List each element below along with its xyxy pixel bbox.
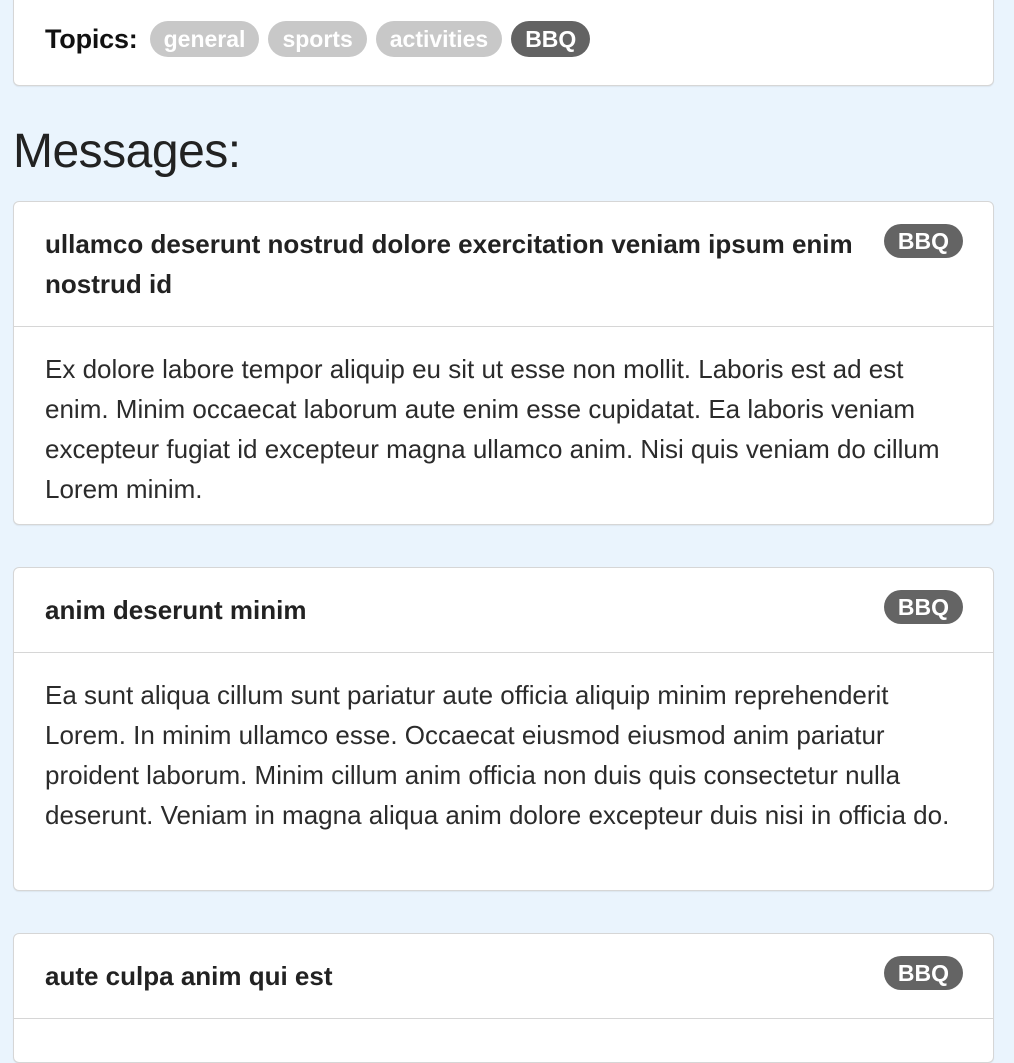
message-body [14, 1019, 993, 1062]
topic-tag-sports[interactable]: sports [268, 21, 367, 57]
message-title: anim deserunt minim [45, 595, 307, 625]
message-card: aute culpa anim qui est BBQ [13, 933, 994, 1063]
message-card: anim deserunt minim BBQ Ea sunt aliqua c… [13, 567, 994, 891]
message-tag-badge: BBQ [883, 590, 963, 624]
message-card: ullamco deserunt nostrud dolore exercita… [13, 201, 994, 525]
topics-row: Topics: general sports activities BBQ [45, 20, 599, 58]
topic-tag-general[interactable]: general [149, 21, 260, 57]
topics-label: Topics: [45, 23, 138, 54]
message-header: anim deserunt minim BBQ [14, 568, 993, 653]
message-tag-badge: BBQ [883, 956, 963, 990]
message-tag-badge: BBQ [883, 224, 963, 258]
message-title: ullamco deserunt nostrud dolore exercita… [45, 229, 853, 299]
messages-heading: Messages: [13, 125, 241, 178]
message-title: aute culpa anim qui est [45, 961, 333, 991]
message-header: aute culpa anim qui est BBQ [14, 934, 993, 1019]
message-body: Ex dolore labore tempor aliquip eu sit u… [45, 354, 940, 504]
topic-tag-bbq[interactable]: BBQ [511, 21, 591, 57]
message-body: Ea sunt aliqua cillum sunt pariatur aute… [45, 680, 950, 830]
topics-card: Topics: general sports activities BBQ [13, 0, 994, 86]
topic-tag-activities[interactable]: activities [375, 21, 503, 57]
message-header: ullamco deserunt nostrud dolore exercita… [14, 202, 993, 327]
